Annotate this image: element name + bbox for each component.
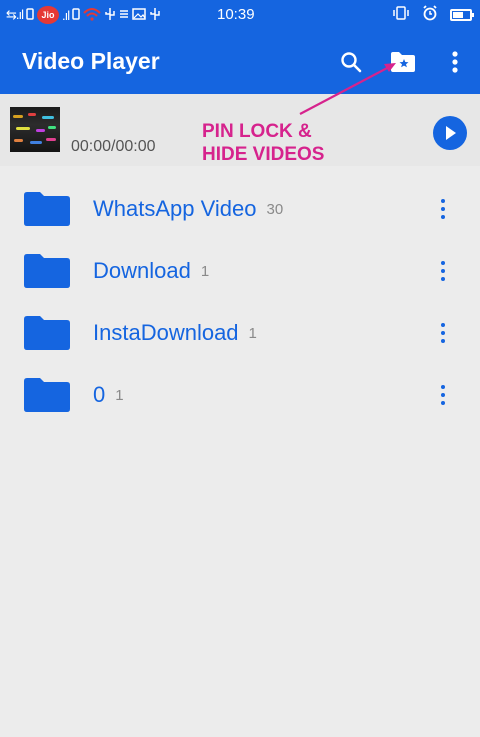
folder-row-instadownload[interactable]: InstaDownload 1 (0, 302, 480, 364)
search-icon (341, 52, 362, 73)
folder-menu-button[interactable] (432, 194, 454, 224)
vibrate-icon (392, 6, 410, 23)
app-bar: Video Player (0, 30, 480, 94)
folder-count: 30 (266, 201, 284, 218)
folder-count: 1 (248, 325, 257, 342)
annotation-line-1: PIN LOCK & (202, 121, 312, 142)
folder-count: 1 (115, 387, 124, 404)
folder-menu-button[interactable] (432, 380, 454, 410)
screen: ⇆.ıl Jio .ıl 10:39 Video Player 00:00/00… (0, 0, 480, 737)
playback-time: 00:00/00:00 (71, 138, 156, 155)
usb-icon-2 (149, 7, 161, 24)
hidden-folder-button[interactable] (388, 44, 418, 80)
folder-row-download[interactable]: Download 1 (0, 240, 480, 302)
folder-icon (24, 192, 70, 226)
folder-name: WhatsApp Video 30 (93, 196, 284, 221)
annotation-line-2: HIDE VIDEOS (202, 144, 325, 165)
play-icon (446, 126, 456, 140)
alarm-icon (422, 5, 438, 24)
sim-icon (26, 7, 34, 23)
status-left: ⇆.ıl Jio .ıl (6, 6, 161, 24)
status-right (392, 5, 474, 24)
image-icon (132, 7, 146, 23)
app-title: Video Player (22, 48, 160, 74)
folder-icon (24, 378, 70, 412)
usb-icon (104, 7, 116, 24)
folder-star-icon (391, 52, 415, 72)
play-button[interactable] (433, 116, 467, 150)
battery-icon (450, 8, 474, 21)
signal-icon: ⇆.ıl (6, 7, 24, 22)
folder-row-0[interactable]: 01 (0, 364, 480, 426)
status-time: 10:39 (217, 6, 255, 23)
folder-icon (24, 316, 70, 350)
folder-count: 1 (200, 263, 210, 280)
data-icon (119, 7, 129, 23)
folder-row-whatsapp-video[interactable]: WhatsApp Video 30 (0, 178, 480, 240)
folder-menu-button[interactable] (432, 318, 454, 348)
annotation-text: PIN LOCK & HIDE VIDEOS (202, 120, 382, 166)
sim-icon-2 (72, 7, 80, 23)
more-vert-icon (452, 51, 458, 73)
status-bar: ⇆.ıl Jio .ıl 10:39 (0, 0, 480, 30)
video-thumbnail (10, 107, 60, 152)
folder-icon (24, 254, 70, 288)
wifi-icon (83, 7, 101, 24)
jio-badge: Jio (37, 6, 60, 24)
search-button[interactable] (336, 44, 366, 80)
folder-name: InstaDownload 1 (93, 320, 257, 345)
folder-menu-button[interactable] (432, 256, 454, 286)
folder-name: 01 (93, 382, 124, 407)
overflow-menu-button[interactable] (440, 44, 470, 80)
folder-list: WhatsApp Video 30 Download 1 InstaDownload… (0, 178, 480, 426)
folder-name: Download 1 (93, 258, 210, 283)
signal-icon-2: .ıl (62, 7, 70, 23)
app-actions (336, 44, 470, 80)
